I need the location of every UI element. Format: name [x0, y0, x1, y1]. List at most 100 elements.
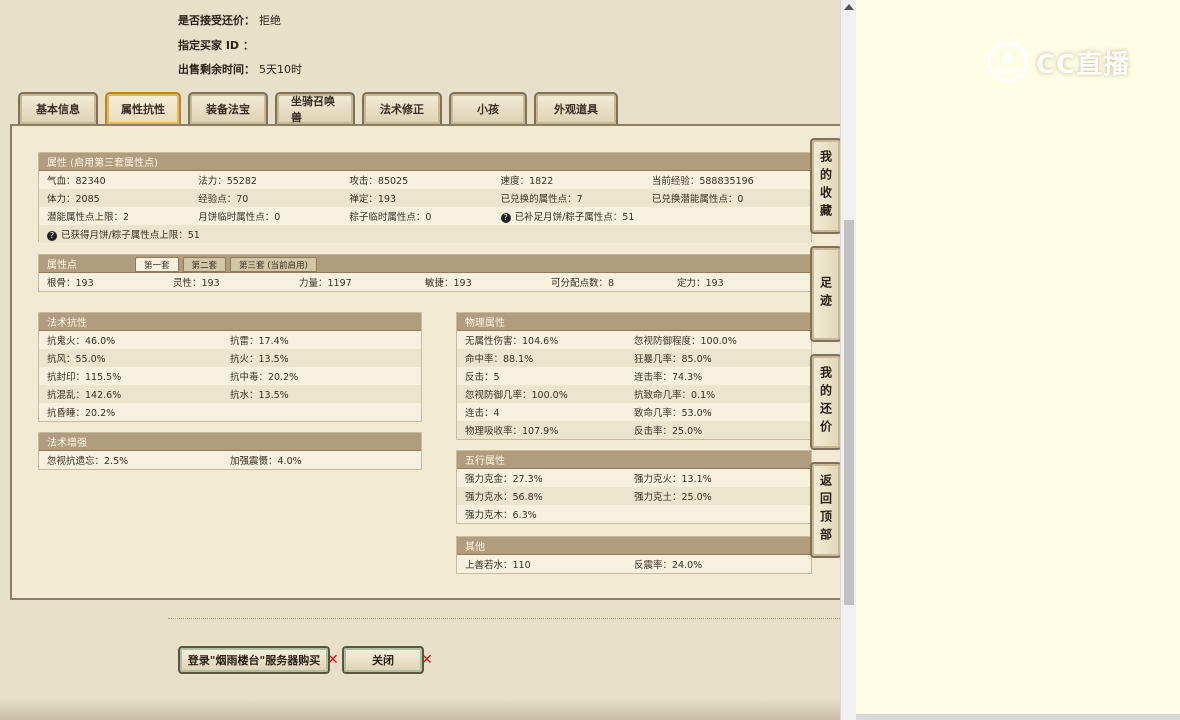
attribute-grid: 气血：82340 法力：55282 攻击：85025 速度：1822 当前经验：… [39, 171, 811, 243]
physical-grid: 无属性伤害：104.6% 忽视防御程度：100.0% 命中率：88.1% 狂暴几率：… [457, 331, 811, 439]
resist-cell: 抗中毒：20.2% [230, 372, 299, 383]
detail-tabs: 基本信息 属性抗性 装备法宝 坐骑召唤兽 法术修正 小孩 外观道具 [18, 92, 618, 124]
login-buy-button[interactable]: 登录"烟雨楼台"服务器购买 [178, 646, 330, 674]
buyer-id-label: 指定买家 ID ： [178, 39, 254, 52]
counter-offer-value: 拒绝 [259, 14, 281, 27]
physical-cell: 忽视防御几率：100.0% [465, 390, 568, 401]
subtab-set-1[interactable]: 第一套 [135, 257, 179, 272]
tab-attributes[interactable]: 属性抗性 [105, 92, 181, 124]
close-mark-icon: ✕ [421, 652, 433, 668]
element-cell: 强力克木：6.3% [465, 510, 537, 521]
vertical-scrollbar[interactable] [840, 0, 856, 720]
tab-basic-info[interactable]: 基本信息 [18, 92, 98, 124]
attr-attack: 攻击：85025 [349, 176, 409, 187]
tab-equipment[interactable]: 装备法宝 [188, 92, 268, 124]
other-cell: 反震率：24.0% [634, 560, 703, 571]
physical-cell: 致命几率：53.0% [634, 408, 712, 419]
counter-offer-row: 是否接受还价： 拒绝 [178, 12, 281, 28]
attr-filled-points-cell: ? 已补足月饼/粽子属性点：51 [500, 209, 652, 223]
point-constitution: 根骨：193 [47, 278, 94, 289]
resist-cell: 抗火：13.5% [230, 354, 289, 365]
close-button[interactable]: 关闭 [342, 646, 424, 674]
point-agility: 敏捷：193 [425, 278, 472, 289]
table-row: 抗鬼火：46.0% 抗雷：17.4% [39, 331, 421, 349]
side-tab-favorites[interactable]: 我的收藏 [810, 138, 840, 234]
element-cell: 强力克金：27.3% [465, 474, 543, 485]
attribute-section-title: 属性 (启用第三套属性点) [39, 153, 811, 171]
point-strength: 力量：1197 [299, 278, 352, 289]
attr-exchanged-points: 已兑换的属性点：7 [500, 194, 583, 205]
side-tab-my-offers[interactable]: 我的还价 [810, 354, 840, 450]
physical-title: 物理属性 [457, 313, 811, 331]
attr-experience: 当前经验：588835196 [651, 176, 754, 187]
magic-boost-title: 法术增强 [39, 433, 421, 451]
watermark-text: CC直播 [1036, 49, 1131, 80]
attr-potential-limit: 潜能属性点上限：2 [47, 212, 130, 223]
resist-cell: 抗鬼火：46.0% [47, 336, 116, 347]
element-cell: 强力克土：25.0% [634, 492, 712, 503]
close-mark-icon: ✕ [327, 652, 339, 668]
scrollbar-thumb[interactable] [844, 220, 854, 605]
attr-hp: 气血：82340 [47, 176, 106, 187]
cc-logo-icon [987, 41, 1029, 83]
resist-cell: 抗混乱：142.6% [47, 390, 122, 401]
other-title: 其他 [457, 537, 811, 555]
side-tab-back-to-top[interactable]: 返回顶部 [810, 462, 840, 558]
points-section: 属性点 第一套 第二套 第三套 (当前启用) 根骨：193 灵性：193 力量：… [38, 254, 812, 292]
attr-exchanged-potential: 已兑换潜能属性点：0 [651, 194, 744, 205]
question-icon[interactable]: ? [500, 212, 511, 223]
table-row: 抗风：55.0% 抗火：13.5% [39, 349, 421, 367]
magic-resist-title: 法术抗性 [39, 313, 421, 331]
resist-cell: 抗水：13.5% [230, 390, 289, 401]
points-row: 根骨：193 灵性：193 力量：1197 敏捷：193 可分配点数：8 定力：… [39, 273, 811, 291]
points-subtabs: 第一套 第二套 第三套 (当前启用) [135, 257, 317, 272]
table-row: 抗封印：115.5% 抗中毒：20.2% [39, 367, 421, 385]
resist-cell: 抗风：55.0% [47, 354, 106, 365]
table-row: 上善若水：110 反震率：24.0% [457, 555, 811, 573]
attribute-row: 气血：82340 法力：55282 攻击：85025 速度：1822 当前经验：… [39, 171, 811, 189]
point-allocatable: 可分配点数：8 [551, 278, 615, 289]
subtab-set-2[interactable]: 第二套 [182, 257, 227, 272]
attr-exp-points: 经验点：70 [198, 194, 249, 205]
physical-cell: 狂暴几率：85.0% [634, 354, 712, 365]
resist-cell: 抗封印：115.5% [47, 372, 122, 383]
attr-filled-points: 已补足月饼/粽子属性点：51 [514, 212, 635, 223]
resist-cell: 抗雷：17.4% [230, 336, 289, 347]
tab-appearance[interactable]: 外观道具 [534, 92, 618, 124]
physical-cell: 忽视防御程度：100.0% [634, 336, 737, 347]
attr-speed: 速度：1822 [500, 176, 554, 187]
stream-watermark: CC直播 [986, 40, 1130, 84]
scroll-up-arrow-icon[interactable] [844, 4, 854, 10]
points-section-header: 属性点 第一套 第二套 第三套 (当前启用) [39, 255, 811, 273]
magic-resist-grid: 抗鬼火：46.0% 抗雷：17.4% 抗风：55.0% 抗火：13.5% 抗封印：1… [39, 331, 421, 421]
side-tab-history[interactable]: 足迹 [810, 246, 840, 342]
other-section: 其他 上善若水：110 反震率：24.0% [456, 536, 812, 574]
physical-cell: 命中率：88.1% [465, 354, 534, 365]
table-row: 反击：5 连击率：74.3% [457, 367, 811, 385]
blank-area [856, 0, 1180, 720]
physical-cell: 连击率：74.3% [634, 372, 703, 383]
page-bottom-edge [0, 698, 840, 720]
magic-boost-section: 法术增强 忽视抗遗忘：2.5% 加强震慑：4.0% [38, 432, 422, 470]
physical-cell: 反击：5 [465, 372, 500, 383]
attr-zongzi-temp: 粽子临时属性点：0 [349, 212, 432, 223]
attr-obtained-limit: 已获得月饼/粽子属性点上限：51 [61, 230, 200, 241]
tab-spell-correction[interactable]: 法术修正 [362, 92, 442, 124]
buyer-id-row: 指定买家 ID ： [178, 37, 258, 53]
attribute-section: 属性 (启用第三套属性点) 气血：82340 法力：55282 攻击：85025… [38, 152, 812, 243]
physical-cell: 物理吸收率：107.9% [465, 426, 559, 437]
table-row: 强力克木：6.3% [457, 505, 811, 523]
point-focus: 定力：193 [677, 278, 724, 289]
boost-cell: 加强震慑：4.0% [230, 456, 302, 467]
window-bottom-bar [856, 714, 1180, 720]
question-icon[interactable]: ? [47, 230, 57, 241]
subtab-set-3[interactable]: 第三套 (当前启用) [230, 257, 317, 272]
table-row: 连击：4 致命几率：53.0% [457, 403, 811, 421]
tab-children[interactable]: 小孩 [449, 92, 527, 124]
tab-mounts-pets[interactable]: 坐骑召唤兽 [275, 92, 355, 124]
five-elements-title: 五行属性 [457, 451, 811, 469]
tab-content-panel: 属性 (启用第三套属性点) 气血：82340 法力：55282 攻击：85025… [10, 124, 840, 600]
physical-cell: 反击率：25.0% [634, 426, 703, 437]
attr-mp: 法力：55282 [198, 176, 257, 187]
table-row: 抗昏睡：20.2% [39, 403, 421, 421]
